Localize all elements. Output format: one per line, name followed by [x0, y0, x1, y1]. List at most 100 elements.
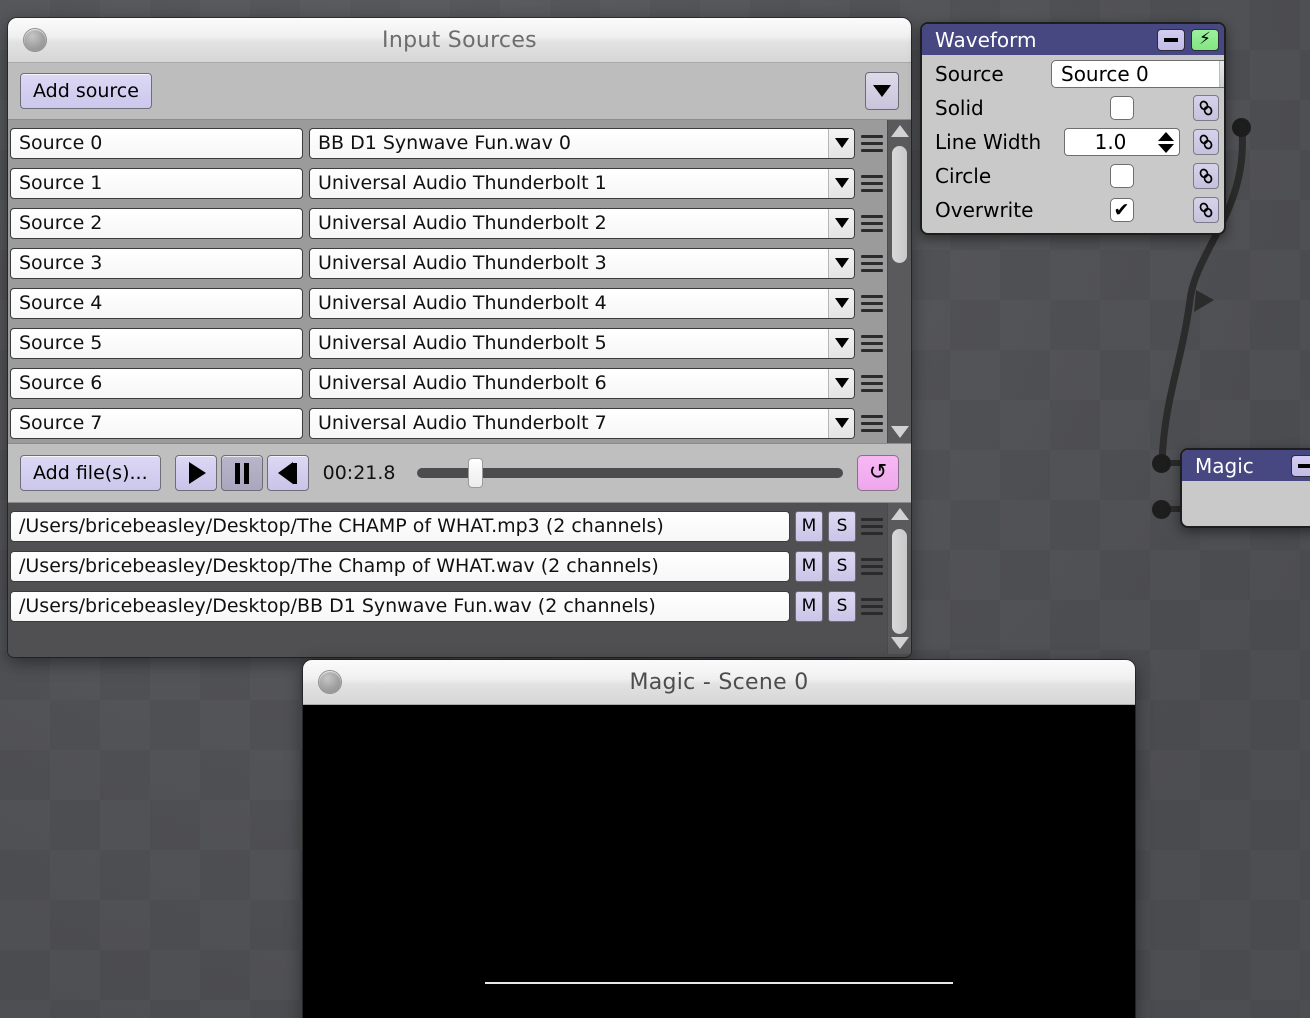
drag-handle-icon[interactable]: [861, 288, 885, 318]
solo-button[interactable]: S: [828, 550, 856, 582]
drag-handle-icon[interactable]: [861, 168, 885, 198]
play-button[interactable]: [174, 455, 217, 491]
playback-position-slider[interactable]: [416, 455, 843, 491]
scroll-thumb[interactable]: [892, 529, 907, 634]
file-path-input[interactable]: /Users/bricebeasley/Desktop/BB D1 Synwav…: [10, 590, 790, 622]
scroll-up-button[interactable]: [890, 120, 909, 142]
source-device-combo[interactable]: Universal Audio Thunderbolt 7: [309, 407, 855, 439]
source-name-input[interactable]: Source 2: [10, 207, 303, 239]
mute-button[interactable]: M: [795, 510, 823, 542]
drag-handle-icon[interactable]: [861, 551, 885, 581]
port-magic-input-2[interactable]: [1152, 500, 1171, 519]
scroll-track[interactable]: [888, 142, 911, 421]
triangle-down-icon[interactable]: [1157, 143, 1174, 153]
link-chain-icon[interactable]: [1193, 163, 1219, 189]
source-name-input[interactable]: Source 6: [10, 367, 303, 399]
transport-bar: Add file(s)... 00:21.8 ↺: [8, 443, 911, 503]
source-device-value: Universal Audio Thunderbolt 5: [318, 332, 607, 354]
minimize-button[interactable]: [1157, 28, 1185, 51]
bolt-button[interactable]: ⚡: [1191, 28, 1219, 51]
drag-handle-icon[interactable]: [861, 328, 885, 358]
solo-button[interactable]: S: [828, 510, 856, 542]
link-chain-icon[interactable]: [1193, 95, 1219, 121]
scroll-down-button[interactable]: [890, 632, 909, 654]
add-files-button[interactable]: Add file(s)...: [20, 455, 161, 491]
source-device-combo[interactable]: Universal Audio Thunderbolt 4: [309, 287, 855, 319]
scroll-up-button[interactable]: [890, 503, 909, 525]
magic-node-body: [1182, 481, 1310, 488]
combo-arrow-button[interactable]: [828, 408, 854, 438]
source-device-combo[interactable]: Universal Audio Thunderbolt 6: [309, 367, 855, 399]
parameter-label: Overwrite: [935, 198, 1034, 222]
input-sources-titlebar[interactable]: Input Sources: [8, 18, 911, 63]
source-name-input[interactable]: Source 3: [10, 247, 303, 279]
scene-render-canvas[interactable]: [303, 705, 1135, 1018]
combo-arrow-button[interactable]: [828, 168, 854, 198]
combo-arrow-button[interactable]: [828, 288, 854, 318]
combo-arrow-button[interactable]: [1219, 61, 1224, 87]
slider-thumb[interactable]: [467, 458, 483, 488]
sources-disclosure-button[interactable]: [865, 72, 899, 110]
scroll-down-button[interactable]: [890, 421, 909, 443]
file-path-input[interactable]: /Users/bricebeasley/Desktop/The CHAMP of…: [10, 510, 790, 542]
drag-handle-icon[interactable]: [861, 248, 885, 278]
add-source-button[interactable]: Add source: [20, 73, 152, 109]
triangle-down-icon: [890, 426, 909, 438]
magic-node: Magic ⚡: [1180, 448, 1310, 528]
loop-button[interactable]: ↺: [857, 455, 899, 491]
combo-arrow-button[interactable]: [828, 128, 854, 158]
triangle-down-icon: [873, 85, 891, 97]
link-chain-icon[interactable]: [1193, 129, 1219, 155]
drag-handle-icon[interactable]: [861, 591, 885, 621]
file-path-input[interactable]: /Users/bricebeasley/Desktop/The Champ of…: [10, 550, 790, 582]
magic-node-titlebar[interactable]: Magic ⚡: [1182, 450, 1310, 481]
parameter-checkbox[interactable]: [1109, 96, 1134, 120]
combo-arrow-button[interactable]: [828, 248, 854, 278]
link-chain-glyph: [1199, 100, 1213, 116]
drag-handle-icon[interactable]: [861, 128, 885, 158]
drag-handle-icon[interactable]: [861, 368, 885, 398]
page-title: Input Sources: [382, 27, 537, 53]
source-name-input[interactable]: Source 0: [10, 127, 303, 159]
source-device-combo[interactable]: Universal Audio Thunderbolt 5: [309, 327, 855, 359]
combo-arrow-button[interactable]: [828, 368, 854, 398]
waveform-node-titlebar[interactable]: Waveform ⚡: [922, 24, 1224, 55]
port-magic-input-1[interactable]: [1152, 454, 1171, 473]
source-select[interactable]: Source 0: [1051, 60, 1224, 88]
source-list-scrollbar[interactable]: [887, 120, 911, 443]
source-name-input[interactable]: Source 7: [10, 407, 303, 439]
mute-button[interactable]: M: [795, 550, 823, 582]
source-device-combo[interactable]: Universal Audio Thunderbolt 1: [309, 167, 855, 199]
line-width-stepper[interactable]: 1.0: [1063, 128, 1180, 156]
drag-handle-icon[interactable]: [861, 408, 885, 438]
source-device-combo[interactable]: Universal Audio Thunderbolt 2: [309, 207, 855, 239]
rewind-button[interactable]: [266, 455, 309, 491]
source-row: Source 0 BB D1 Synwave Fun.wav 0: [8, 123, 887, 163]
source-device-combo[interactable]: BB D1 Synwave Fun.wav 0: [309, 127, 855, 159]
combo-arrow-button[interactable]: [828, 208, 854, 238]
scroll-track[interactable]: [888, 525, 911, 634]
minimize-button[interactable]: [1291, 454, 1310, 477]
stepper-arrows[interactable]: [1157, 131, 1179, 153]
mute-button[interactable]: M: [795, 590, 823, 622]
parameter-checkbox[interactable]: ✔: [1109, 198, 1134, 222]
scroll-thumb[interactable]: [892, 146, 907, 263]
port-waveform-output[interactable]: [1232, 118, 1251, 137]
source-device-value: BB D1 Synwave Fun.wav 0: [318, 132, 571, 154]
source-name-input[interactable]: Source 4: [10, 287, 303, 319]
drag-handle-icon[interactable]: [861, 511, 885, 541]
drag-handle-icon[interactable]: [861, 208, 885, 238]
magic-scene-titlebar[interactable]: Magic - Scene 0: [303, 660, 1135, 705]
pause-button[interactable]: [220, 455, 263, 491]
source-device-value: Universal Audio Thunderbolt 1: [318, 172, 607, 194]
playback-buttons: [174, 455, 309, 491]
solo-button[interactable]: S: [828, 590, 856, 622]
parameter-checkbox[interactable]: [1109, 164, 1134, 188]
source-name-input[interactable]: Source 5: [10, 327, 303, 359]
source-name-input[interactable]: Source 1: [10, 167, 303, 199]
link-chain-icon[interactable]: [1193, 197, 1219, 223]
source-device-combo[interactable]: Universal Audio Thunderbolt 3: [309, 247, 855, 279]
triangle-up-icon[interactable]: [1157, 131, 1174, 141]
file-list-scrollbar[interactable]: [887, 503, 911, 654]
combo-arrow-button[interactable]: [828, 328, 854, 358]
